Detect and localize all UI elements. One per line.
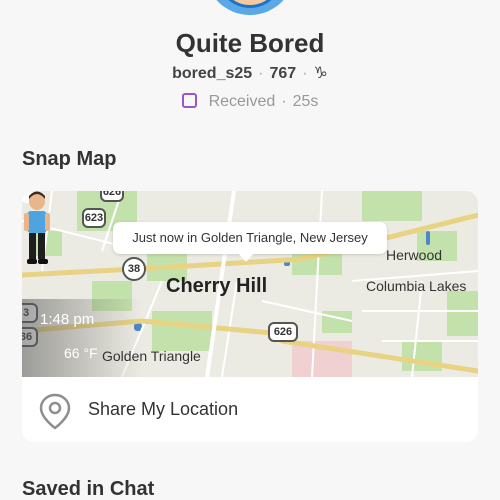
route-shield-top: 626 (100, 191, 124, 202)
snap-map-card: 623 626 38 626 3 36 1:48 pm 66 °F Cherry… (22, 191, 478, 442)
username: bored_s25 (172, 65, 253, 82)
status-time: 25s (292, 93, 319, 110)
share-location-button[interactable]: Share My Location (22, 377, 478, 442)
status-label: Received (208, 93, 276, 110)
snap-map[interactable]: 623 626 38 626 3 36 1:48 pm 66 °F Cherry… (22, 191, 478, 377)
location-tooltip[interactable]: Just now in Golden Triangle, New Jersey (113, 222, 387, 254)
snap-score[interactable]: 767 (270, 65, 297, 82)
share-location-label: Share My Location (88, 399, 239, 419)
map-label-herwood: Herwood (386, 247, 443, 263)
weather-time: 1:48 pm (40, 311, 95, 328)
map-label-cherry-hill: Cherry Hill (166, 275, 268, 297)
bitmoji-avatar[interactable] (22, 191, 52, 265)
separator-dot: · (258, 65, 264, 82)
received-square-icon (181, 93, 197, 108)
capricorn-icon[interactable]: ♑ (314, 65, 328, 82)
saved-in-chat-title: Saved in Chat (22, 478, 155, 500)
map-label-golden-triangle: Golden Triangle (102, 348, 201, 364)
profile-meta: bored_s25 · 767 · ♑ (0, 63, 500, 83)
tooltip-tail (238, 253, 254, 262)
display-name: Quite Bored (175, 28, 325, 58)
avatar-face (217, 0, 283, 8)
route-626-shield: 626 (268, 322, 298, 342)
map-label-columbia-lakes: Columbia Lakes (366, 278, 467, 294)
separator-dot: · (302, 65, 308, 82)
route-623-shield: 623 (82, 208, 106, 228)
snap-map-title: Snap Map (22, 148, 117, 170)
weather-temperature: 66 °F (64, 345, 98, 361)
friendship-status: Received · 25s (0, 93, 500, 111)
separator-dot: · (281, 93, 287, 110)
route-38-shield: 38 (122, 257, 146, 281)
avatar[interactable] (205, 0, 295, 15)
location-pin-icon (39, 393, 71, 430)
